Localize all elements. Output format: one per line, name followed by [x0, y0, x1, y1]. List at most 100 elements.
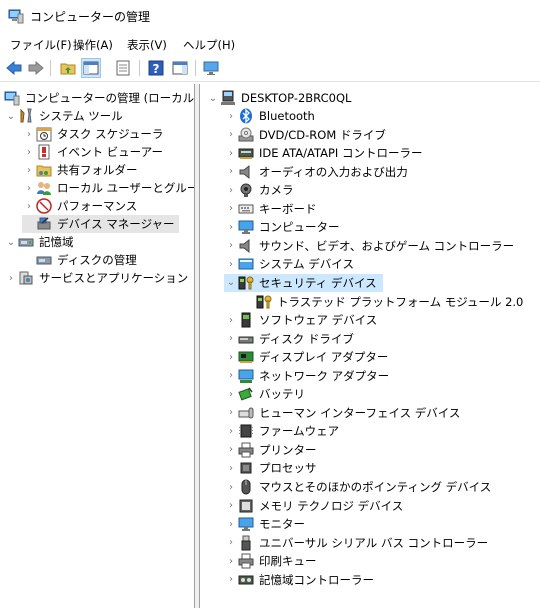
menu-view[interactable]: 表示(V)	[127, 37, 167, 53]
device-category[interactable]: › キーボード	[224, 200, 317, 218]
device-category[interactable]: › コンピューター	[224, 218, 340, 236]
chevron-right-icon[interactable]: ›	[224, 200, 238, 218]
security-key-icon	[256, 294, 272, 310]
device-category[interactable]: › メモリ テクノロジ デバイス	[224, 497, 403, 515]
chevron-right-icon[interactable]: ›	[22, 125, 36, 143]
tree-item-system-tools[interactable]: ⌄ システム ツール	[4, 107, 123, 125]
chevron-right-icon[interactable]: ›	[224, 385, 238, 403]
device-category[interactable]: › 印刷キュー	[224, 552, 317, 570]
device-category[interactable]: › プロセッサ	[224, 459, 317, 477]
device-category[interactable]: › ユニバーサル シリアル バス コントローラー	[224, 534, 488, 552]
device-category[interactable]: › ファームウェア	[224, 422, 339, 440]
chevron-right-icon[interactable]: ›	[224, 571, 238, 589]
show-hide-tree-button[interactable]	[81, 58, 101, 78]
device-category[interactable]: › サウンド、ビデオ、およびゲーム コントローラー	[224, 237, 514, 255]
chevron-right-icon[interactable]: ›	[224, 497, 238, 515]
monitor-button[interactable]	[201, 58, 221, 78]
tree-item-event-viewer[interactable]: › イベント ビューアー	[22, 143, 163, 161]
device-category[interactable]: › Bluetooth	[224, 107, 315, 125]
device-label: ユニバーサル シリアル バス コントローラー	[259, 535, 489, 550]
device-label: システム デバイス	[259, 257, 354, 272]
up-folder-button[interactable]	[58, 58, 78, 78]
tree-item-disk-management[interactable]: ディスクの管理	[22, 251, 137, 269]
device-category[interactable]: › ディスプレイ アダプター	[224, 348, 388, 366]
back-button[interactable]	[4, 58, 24, 78]
device-category[interactable]: › ディスク ドライブ	[224, 330, 354, 348]
chevron-right-icon[interactable]: ›	[224, 552, 238, 570]
device-item[interactable]: トラステッド プラットフォーム モジュール 2.0	[242, 293, 523, 311]
event-viewer-icon	[36, 144, 52, 160]
ide-controller-icon	[238, 145, 254, 161]
chevron-right-icon[interactable]: ›	[224, 255, 238, 273]
chevron-right-icon[interactable]: ›	[224, 126, 238, 144]
device-category[interactable]: › カメラ	[224, 181, 294, 199]
menu-file[interactable]: ファイル(F)	[10, 37, 72, 53]
tree-item-task-scheduler[interactable]: › タスク スケジューラ	[22, 125, 163, 143]
device-category[interactable]: › IDE ATA/ATAPI コントローラー	[224, 144, 422, 162]
chevron-right-icon[interactable]: ›	[224, 367, 238, 385]
chevron-right-icon[interactable]: ›	[224, 107, 238, 125]
chevron-down-icon[interactable]: ⌄	[4, 233, 18, 251]
window-title: コンピューターの管理	[30, 10, 151, 24]
device-category[interactable]: › 記憶域コントローラー	[224, 571, 374, 589]
device-category[interactable]: › ヒューマン インターフェイス デバイス	[224, 404, 460, 422]
device-category[interactable]: ⌄ セキュリティ デバイス	[224, 273, 383, 292]
usb-icon	[238, 535, 254, 551]
chevron-right-icon[interactable]: ›	[22, 197, 36, 215]
menu-action[interactable]: 操作(A)	[73, 37, 113, 53]
software-device-icon	[238, 312, 254, 328]
bluetooth-icon	[238, 108, 254, 124]
disk-drive-icon	[238, 331, 254, 347]
chevron-down-icon[interactable]: ⌄	[206, 89, 220, 107]
tree-item-label: イベント ビューアー	[57, 145, 164, 159]
device-category[interactable]: › ネットワーク アダプター	[224, 367, 389, 385]
tree-item-computer-management[interactable]: コンピューターの管理 (ローカル)	[4, 89, 194, 107]
chevron-right-icon[interactable]: ›	[224, 515, 238, 533]
menu-help[interactable]: ヘルプ(H)	[183, 37, 235, 53]
chevron-right-icon[interactable]: ›	[224, 163, 238, 181]
tree-item-device-manager[interactable]: デバイス マネージャー	[22, 215, 179, 233]
chevron-right-icon[interactable]: ›	[22, 179, 36, 197]
chevron-right-icon[interactable]: ›	[224, 311, 238, 329]
chevron-right-icon[interactable]: ›	[4, 269, 18, 287]
chevron-right-icon[interactable]: ›	[224, 237, 238, 255]
show-action-pane-button[interactable]	[170, 58, 190, 78]
chevron-right-icon[interactable]: ›	[224, 422, 238, 440]
chevron-right-icon[interactable]: ›	[224, 441, 238, 459]
device-tree-root[interactable]: ⌄ DESKTOP-2BRC0QL	[206, 89, 351, 107]
chevron-down-icon[interactable]: ⌄	[224, 274, 238, 292]
device-category[interactable]: › ソフトウェア デバイス	[224, 311, 377, 329]
tree-item-shared-folders[interactable]: › 共有フォルダー	[22, 161, 138, 179]
system-device-icon	[238, 256, 254, 272]
chevron-right-icon[interactable]: ›	[22, 143, 36, 161]
tree-item-storage[interactable]: ⌄ 記憶域	[4, 233, 74, 251]
tree-item-services-applications[interactable]: › サービスとアプリケーション	[4, 269, 188, 287]
device-category[interactable]: › オーディオの入力および出力	[224, 163, 408, 181]
console-tree: コンピューターの管理 (ローカル) ⌄ システム ツール › タスク スケジュー…	[0, 84, 195, 608]
device-category[interactable]: › マウスとそのほかのポインティング デバイス	[224, 478, 491, 496]
device-category[interactable]: › DVD/CD-ROM ドライブ	[224, 126, 386, 144]
help-button[interactable]: ?	[146, 58, 166, 78]
chevron-right-icon[interactable]: ›	[224, 459, 238, 477]
forward-button[interactable]	[26, 58, 46, 78]
chevron-right-icon[interactable]: ›	[22, 161, 36, 179]
device-category[interactable]: › モニター	[224, 515, 305, 533]
chevron-right-icon[interactable]: ›	[224, 144, 238, 162]
chevron-right-icon[interactable]: ›	[224, 348, 238, 366]
chevron-right-icon[interactable]: ›	[224, 218, 238, 236]
device-category[interactable]: › システム デバイス	[224, 255, 354, 273]
chevron-right-icon[interactable]: ›	[224, 330, 238, 348]
device-category[interactable]: › バッテリ	[224, 385, 305, 403]
device-label: プロセッサ	[259, 461, 317, 476]
tree-item-local-users[interactable]: › ローカル ユーザーとグループ	[22, 179, 194, 197]
chevron-right-icon[interactable]: ›	[224, 404, 238, 422]
chevron-down-icon[interactable]: ⌄	[4, 107, 18, 125]
chevron-right-icon[interactable]: ›	[224, 534, 238, 552]
device-category[interactable]: › プリンター	[224, 441, 317, 459]
chevron-right-icon[interactable]: ›	[224, 181, 238, 199]
chevron-right-icon[interactable]: ›	[224, 478, 238, 496]
tree-item-performance[interactable]: › パフォーマンス	[22, 197, 137, 215]
network-adapter-icon	[238, 368, 254, 384]
tree-item-label: 記憶域	[39, 235, 74, 249]
properties-button[interactable]	[113, 58, 133, 78]
